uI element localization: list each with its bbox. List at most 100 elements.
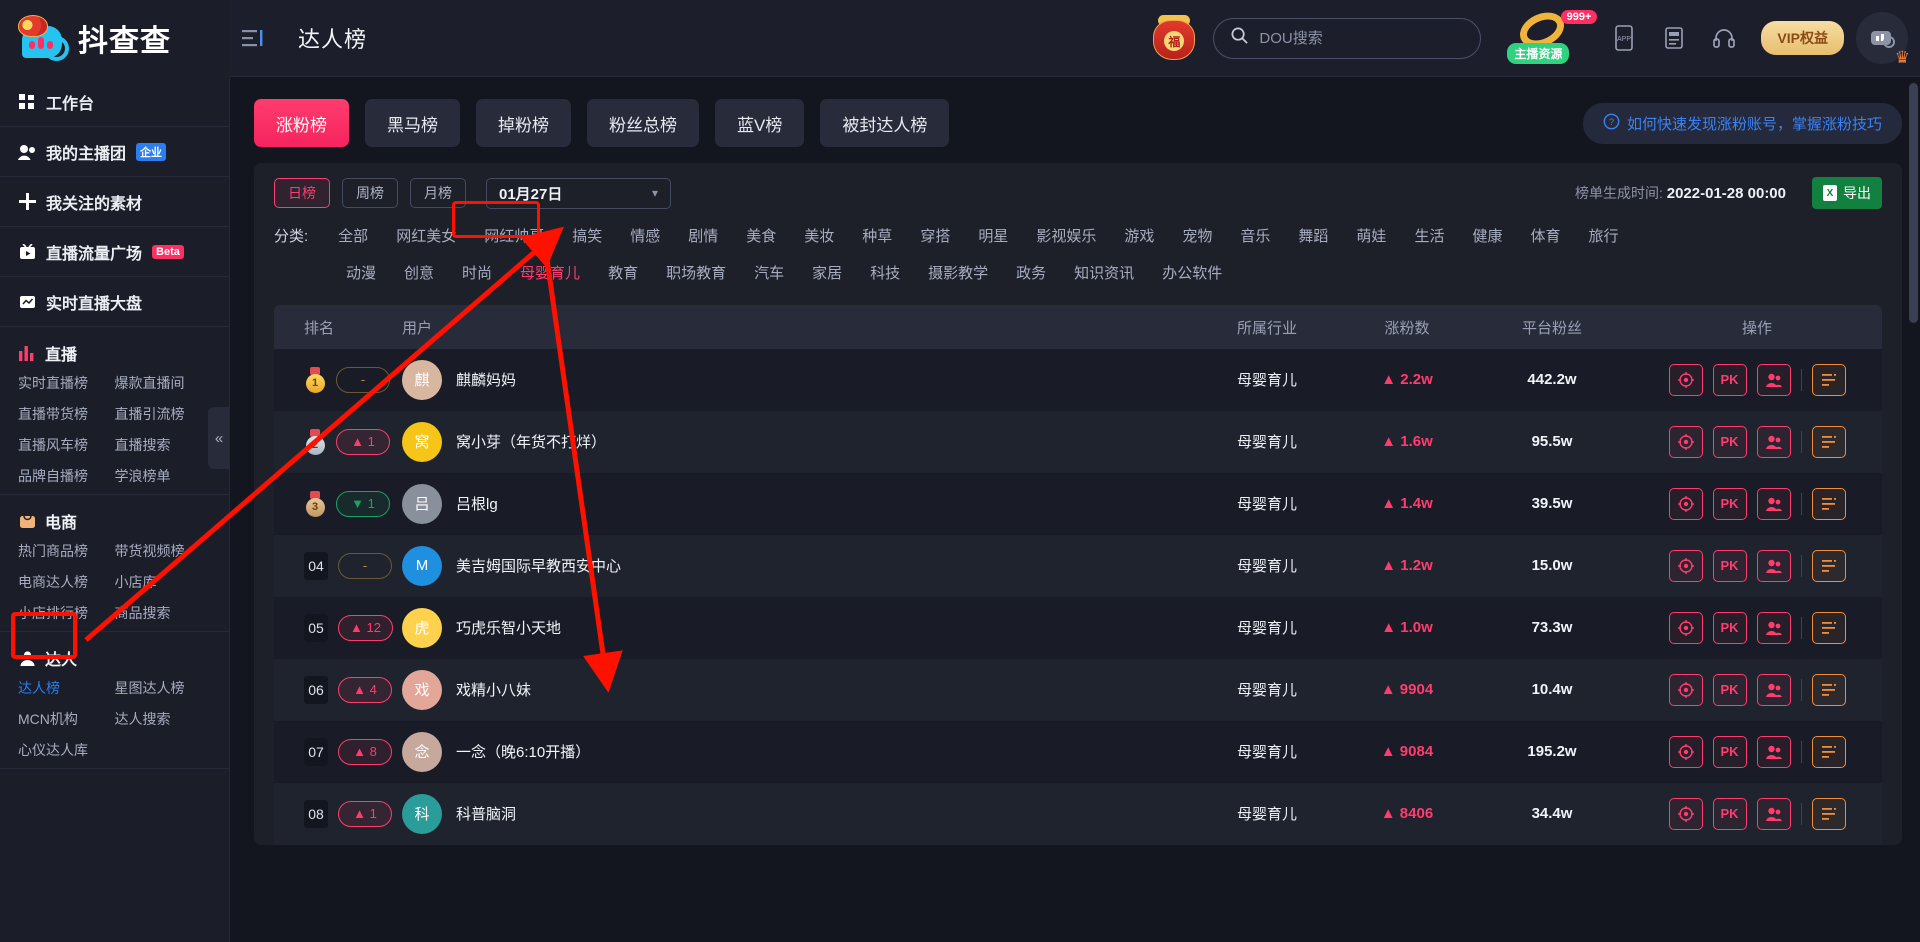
fans-icon[interactable]: [1756, 797, 1791, 830]
fu-bag-icon[interactable]: 福: [1145, 10, 1205, 66]
category-item[interactable]: 剧情: [674, 221, 732, 250]
avatar[interactable]: 科: [402, 793, 442, 834]
category-item[interactable]: 美食: [732, 221, 790, 250]
category-item[interactable]: 体育: [1516, 221, 1574, 250]
category-item[interactable]: 职场教育: [652, 258, 740, 287]
target-icon[interactable]: [1668, 549, 1703, 582]
table-row[interactable]: 05 ▲ 12 虎 巧虎乐智小天地 母婴育儿 ▲ 1.0w 73.3w PK: [274, 597, 1882, 659]
target-icon[interactable]: [1668, 363, 1703, 396]
user-name[interactable]: 吕根lg: [456, 493, 498, 514]
avatar[interactable]: 窝: [402, 421, 442, 462]
tab-zhangfenbang[interactable]: 涨粉榜: [254, 99, 349, 147]
sidebar-link[interactable]: 小店库: [115, 572, 212, 592]
tips-link[interactable]: ? 如何快速发现涨粉账号，掌握涨粉技巧: [1582, 102, 1902, 144]
report-icon[interactable]: [1811, 797, 1846, 830]
target-icon[interactable]: [1668, 425, 1703, 458]
avatar[interactable]: 麒: [402, 359, 442, 400]
vip-benefits-button[interactable]: VIP权益: [1761, 21, 1844, 55]
report-icon[interactable]: [1811, 611, 1846, 644]
user-cell[interactable]: 窝 窝小芽（年货不打烊）: [402, 421, 1192, 462]
sidebar-item-followed-material[interactable]: 我关注的素材: [0, 177, 229, 227]
period-daily[interactable]: 日榜: [274, 178, 330, 208]
sidebar-link[interactable]: 直播风车榜: [18, 435, 115, 455]
sidebar-item-my-anchor-team[interactable]: 我的主播团 企业: [0, 127, 229, 177]
category-item[interactable]: 汽车: [740, 258, 798, 287]
pk-icon[interactable]: PK: [1712, 363, 1747, 396]
category-item[interactable]: 音乐: [1226, 221, 1284, 250]
brand-logo-area[interactable]: 抖查查: [0, 0, 230, 77]
category-item[interactable]: 健康: [1458, 221, 1516, 250]
sidebar-group-header[interactable]: 电商: [0, 505, 229, 541]
sidebar-link[interactable]: 直播搜索: [115, 435, 212, 455]
user-name[interactable]: 巧虎乐智小天地: [456, 617, 561, 638]
sidebar-item-live-traffic-plaza[interactable]: 直播流量广场 Beta: [0, 227, 229, 277]
vertical-scrollbar[interactable]: [1909, 83, 1918, 323]
sidebar-link[interactable]: MCN机构: [18, 709, 115, 729]
category-item[interactable]: 网红美女: [382, 221, 470, 250]
fans-icon[interactable]: [1756, 673, 1791, 706]
category-item[interactable]: 知识资讯: [1060, 258, 1148, 287]
category-item[interactable]: 萌娃: [1342, 221, 1400, 250]
user-cell[interactable]: M 美吉姆国际早教西安中心: [402, 545, 1192, 586]
sidebar-item-workbench[interactable]: 工作台: [0, 77, 229, 127]
avatar[interactable]: 吕: [402, 483, 442, 524]
fans-icon[interactable]: [1756, 611, 1791, 644]
doc-icon[interactable]: [1649, 13, 1699, 63]
user-name[interactable]: 美吉姆国际早教西安中心: [456, 555, 621, 576]
tab-heimabang[interactable]: 黑马榜: [365, 99, 460, 147]
target-icon[interactable]: [1668, 673, 1703, 706]
sidebar-link-darren-bang[interactable]: 达人榜: [18, 678, 115, 698]
category-item[interactable]: 创意: [390, 258, 448, 287]
sidebar-link[interactable]: 实时直播榜: [18, 373, 115, 393]
report-icon[interactable]: [1811, 549, 1846, 582]
table-row[interactable]: 2 ▲ 1 窝 窝小芽（年货不打烊） 母婴育儿 ▲ 1.6w 95.5w PK: [274, 411, 1882, 473]
category-item[interactable]: 穿搭: [906, 221, 964, 250]
export-button[interactable]: X 导出: [1812, 177, 1882, 209]
avatar[interactable]: 念: [402, 731, 442, 772]
pk-icon[interactable]: PK: [1712, 487, 1747, 520]
sidebar-link[interactable]: 星图达人榜: [115, 678, 212, 698]
category-item[interactable]: 网红帅哥: [470, 221, 558, 250]
target-icon[interactable]: [1668, 735, 1703, 768]
category-item[interactable]: 旅行: [1574, 221, 1632, 250]
pk-icon[interactable]: PK: [1712, 549, 1747, 582]
sidebar-link[interactable]: 带货视频榜: [115, 541, 212, 561]
fans-icon[interactable]: [1756, 363, 1791, 396]
avatar[interactable]: 戏: [402, 669, 442, 710]
user-cell[interactable]: 戏 戏精小八妹: [402, 669, 1192, 710]
sidebar-link[interactable]: 小店排行榜: [18, 603, 115, 623]
category-item[interactable]: 影视娱乐: [1022, 221, 1110, 250]
category-item[interactable]: 美妆: [790, 221, 848, 250]
category-item[interactable]: 全部: [324, 221, 382, 250]
pk-icon[interactable]: PK: [1712, 735, 1747, 768]
target-icon[interactable]: [1668, 487, 1703, 520]
tab-lanvbang[interactable]: 蓝V榜: [715, 99, 805, 147]
sidebar-link[interactable]: 爆款直播间: [115, 373, 212, 393]
pk-icon[interactable]: PK: [1712, 611, 1747, 644]
table-row[interactable]: 06 ▲ 4 戏 戏精小八妹 母婴育儿 ▲ 9904 10.4w PK: [274, 659, 1882, 721]
sidebar-link[interactable]: 电商达人榜: [18, 572, 115, 592]
category-item[interactable]: 舞蹈: [1284, 221, 1342, 250]
sidebar-link[interactable]: 达人搜索: [115, 709, 212, 729]
report-icon[interactable]: [1811, 425, 1846, 458]
fans-icon[interactable]: [1756, 487, 1791, 520]
fans-icon[interactable]: [1756, 425, 1791, 458]
category-item[interactable]: 种草: [848, 221, 906, 250]
sidebar-group-header[interactable]: 直播: [0, 337, 229, 373]
table-row[interactable]: 08 ▲ 1 科 科普脑洞 母婴育儿 ▲ 8406 34.4w PK: [274, 783, 1882, 845]
category-item-muying-yuer[interactable]: 母婴育儿: [506, 258, 594, 287]
category-item[interactable]: 教育: [594, 258, 652, 287]
tab-diaofenbang[interactable]: 掉粉榜: [476, 99, 571, 147]
fans-icon[interactable]: [1756, 735, 1791, 768]
category-item[interactable]: 动漫: [332, 258, 390, 287]
category-item[interactable]: 游戏: [1110, 221, 1168, 250]
category-item[interactable]: 摄影教学: [914, 258, 1002, 287]
table-row[interactable]: 07 ▲ 8 念 一念（晚6:10开播） 母婴育儿 ▲ 9084 195.2w …: [274, 721, 1882, 783]
sidebar-item-realtime-live-dashboard[interactable]: 实时直播大盘: [0, 277, 229, 327]
report-icon[interactable]: [1811, 735, 1846, 768]
anchor-resource-banner[interactable]: 999+ 主播资源: [1503, 6, 1599, 66]
sidebar-link[interactable]: 直播带货榜: [18, 404, 115, 424]
panel-toggle-icon[interactable]: [230, 28, 276, 48]
report-icon[interactable]: [1811, 487, 1846, 520]
category-item[interactable]: 科技: [856, 258, 914, 287]
